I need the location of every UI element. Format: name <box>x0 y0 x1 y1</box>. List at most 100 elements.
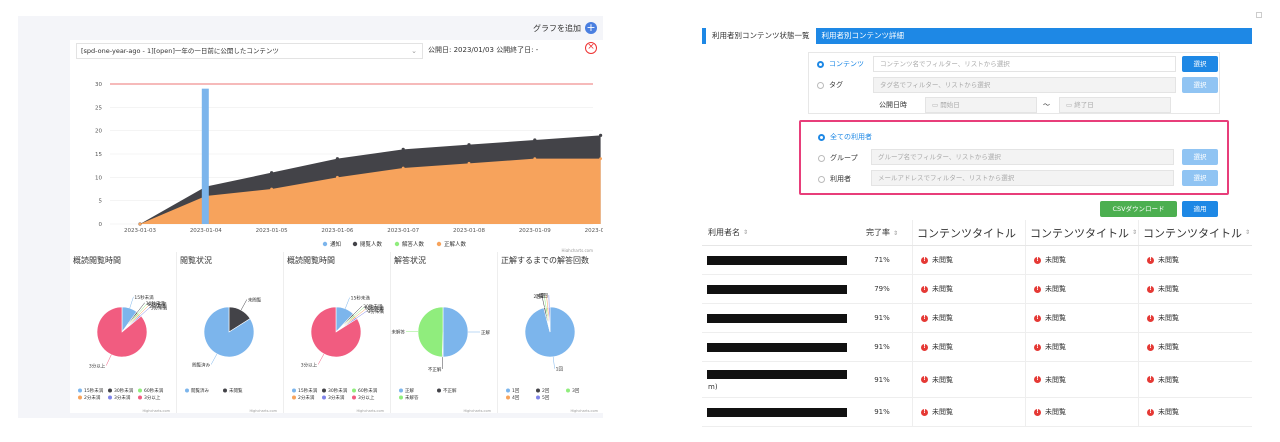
pie-legend-label[interactable]: 3分未満 <box>328 394 345 401</box>
pie-legend-marker <box>108 388 112 393</box>
content-select[interactable]: [spd-one-year-ago - 1][open]一年の一日前に公開したコ… <box>76 43 423 59</box>
legend-label[interactable]: 正解人数 <box>444 240 467 248</box>
pie-legend-label[interactable]: 2分未満 <box>84 394 101 401</box>
table-row[interactable]: 91%! 未閲覧! 未閲覧! 未閲覧 <box>702 333 1252 362</box>
pie-legend-label[interactable]: 正解 <box>405 387 414 394</box>
pie-legend-label[interactable]: 60秒未満 <box>358 387 378 394</box>
user-radio[interactable] <box>818 175 825 183</box>
group-radio[interactable] <box>818 154 825 162</box>
tab-content-detail[interactable]: 利用者別コンテンツ詳細 <box>816 27 911 44</box>
content-filter-input[interactable]: コンテンツ名でフィルター、リストから選択 <box>873 56 1176 72</box>
pie-legend-label[interactable]: 5回 <box>542 395 550 401</box>
pie-legend-label[interactable]: 3分以上 <box>358 394 375 401</box>
alert-icon: ! <box>1034 343 1041 351</box>
pie-legend-label[interactable]: 3分未満 <box>114 394 131 401</box>
redacted-name <box>707 408 847 417</box>
pie-legend-label[interactable]: 60秒未満 <box>144 387 164 394</box>
header-title-3[interactable]: コンテンツタイトル ⇕ <box>1138 220 1251 245</box>
group-radio-row[interactable]: グループ <box>818 153 858 163</box>
tag-radio[interactable] <box>817 81 824 89</box>
tag-select-button[interactable]: 選択 <box>1182 77 1218 93</box>
user-name-cell: m) <box>702 362 852 397</box>
pie-legend-label[interactable]: 15秒未満 <box>84 387 104 394</box>
user-select-button[interactable]: 選択 <box>1182 170 1218 186</box>
legend-label[interactable]: 通知 <box>330 240 341 248</box>
content-radio[interactable] <box>817 60 824 68</box>
alert-icon: ! <box>1034 408 1041 416</box>
user-radio-row[interactable]: 利用者 <box>818 174 851 184</box>
legend-marker <box>436 241 442 247</box>
header-title-2[interactable]: コンテンツタイトル ⇕ <box>1025 220 1138 245</box>
status-cell: ! 未閲覧 <box>1025 304 1138 332</box>
tab-status-list[interactable]: 利用者別コンテンツ状態一覧 <box>706 27 816 44</box>
apply-button[interactable]: 適用 <box>1182 201 1218 217</box>
header-rate[interactable]: 完了率 ⇕ <box>852 227 912 238</box>
table-row[interactable]: 79%! 未閲覧! 未閲覧! 未閲覧 <box>702 275 1252 304</box>
status-cell: ! 未閲覧 <box>1138 304 1251 332</box>
point-viewed <box>401 147 405 151</box>
tag-radio-row[interactable]: タグ <box>817 80 843 90</box>
highcharts-credit: Highcharts.com <box>142 409 170 413</box>
header-user[interactable]: 利用者名 ⇕ <box>702 220 852 245</box>
status-label: 未閲覧 <box>1045 343 1066 351</box>
pie-legend-label[interactable]: 3回 <box>572 388 580 394</box>
all-users-radio-row[interactable]: 全ての利用者 <box>818 132 872 142</box>
group-select-button[interactable]: 選択 <box>1182 149 1218 165</box>
pie-data-label: 正解 <box>481 329 490 336</box>
end-date-input[interactable]: ▭ 終了日 <box>1059 97 1171 113</box>
table-body: 71%! 未閲覧! 未閲覧! 未閲覧 79%! 未閲覧! 未閲覧! 未閲覧 91%! 未閲覧! 未閲… <box>702 246 1252 427</box>
content-radio-row[interactable]: コンテンツ <box>817 59 864 69</box>
status-label: 未閲覧 <box>1158 375 1179 384</box>
pie-legend-label[interactable]: 3分以上 <box>144 394 161 401</box>
end-date-placeholder: 終了日 <box>1074 101 1094 109</box>
scrollbar[interactable] <box>1256 12 1262 18</box>
table-row[interactable]: 71%! 未閲覧! 未閲覧! 未閲覧 <box>702 246 1252 275</box>
bar-notification <box>201 88 209 225</box>
pie-legend-label[interactable]: 30秒未満 <box>328 387 348 394</box>
header-title-1[interactable]: コンテンツタイトル <box>912 220 1025 245</box>
add-graph-button[interactable]: グラフを追加 + <box>533 22 597 34</box>
csv-download-button[interactable]: CSVダウンロード <box>1100 201 1177 217</box>
pie-legend-label[interactable]: 2分未満 <box>298 394 315 401</box>
completion-rate: 91% <box>874 314 890 322</box>
table-row[interactable]: 91%! 未閲覧! 未閲覧! 未閲覧 <box>702 398 1252 427</box>
group-label: グループ <box>830 154 858 162</box>
pie-chart-view-status: 未閲覧閲覧済み閲覧済み 未閲覧Highcharts.com <box>185 297 278 413</box>
pub-date-label: 公開日: <box>428 46 452 54</box>
legend-label[interactable]: 解答人数 <box>402 240 425 248</box>
all-users-radio[interactable] <box>818 133 825 141</box>
start-date-input[interactable]: ▭ 開始日 <box>925 97 1037 113</box>
user-name-cell <box>702 304 852 332</box>
pie-legend-label[interactable]: 4回 <box>512 395 520 401</box>
alert-icon: ! <box>921 314 928 322</box>
table-row[interactable]: 91%! 未閲覧! 未閲覧! 未閲覧 <box>702 304 1252 333</box>
alert-icon: ! <box>921 408 928 416</box>
group-filter-input[interactable]: グループ名でフィルター、リストから選択 <box>871 149 1174 165</box>
pie-legend-label[interactable]: 1回 <box>512 388 520 394</box>
pie-legend-label[interactable]: 2回 <box>542 388 550 394</box>
highcharts-credit: Highcharts.com <box>570 409 598 413</box>
x-tick-label: 2023-01-09 <box>519 228 551 234</box>
user-filter-input[interactable]: メールアドレスでフィルター、リストから選択 <box>871 170 1174 186</box>
pie-legend-label[interactable]: 30秒未満 <box>114 387 134 394</box>
pie-legend-label[interactable]: 閲覧済み <box>191 387 209 394</box>
table-row[interactable]: m) 91%! 未閲覧! 未閲覧! 未閲覧 <box>702 362 1252 398</box>
tag-label: タグ <box>829 81 843 89</box>
sort-icon: ⇕ <box>743 229 749 236</box>
point-viewed <box>599 133 603 137</box>
close-icon[interactable]: × <box>585 42 597 54</box>
completion-rate: 79% <box>874 285 890 293</box>
pie-legend-label[interactable]: 未閲覧 <box>229 387 243 394</box>
pie-connector <box>317 353 325 365</box>
content-select-button[interactable]: 選択 <box>1182 56 1218 72</box>
pie-legend-label[interactable]: 不正解 <box>443 387 457 394</box>
pie-legend-label[interactable]: 未解答 <box>405 394 419 401</box>
pie-legend-label[interactable]: 15秒未満 <box>298 387 318 394</box>
alert-icon: ! <box>921 343 928 351</box>
tag-filter-input[interactable]: タグ名でフィルター、リストから選択 <box>873 77 1176 93</box>
pie-legend-marker <box>399 388 403 393</box>
status-label: 未閲覧 <box>932 314 953 322</box>
legend-label[interactable]: 閲覧人数 <box>360 240 383 248</box>
status-label: 未閲覧 <box>1158 314 1179 322</box>
point-correct <box>599 157 602 161</box>
